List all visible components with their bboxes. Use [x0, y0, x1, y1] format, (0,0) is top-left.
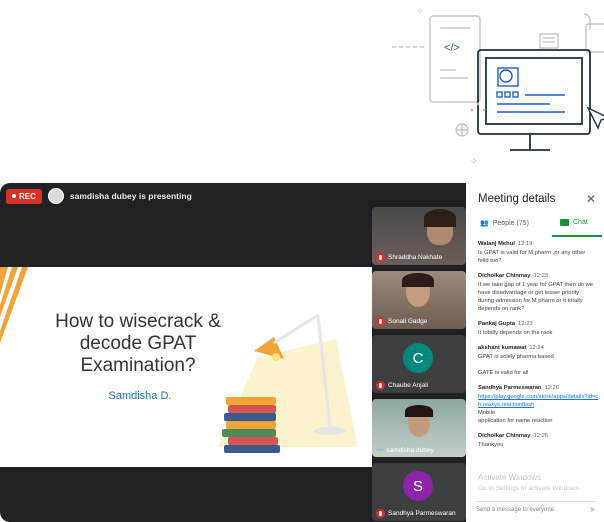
meeting-top-bar: REC samdisha dubey is presenting: [0, 183, 372, 209]
participant-tile[interactable]: Sonali Gadge: [372, 271, 466, 329]
message-text: depends on rank?: [478, 306, 525, 312]
message-text: Is GPAT is valid for M.pharm ,or any oth…: [478, 250, 586, 256]
message-text: GPAT is solely pharma based: [478, 354, 554, 360]
participant-hair: [402, 273, 434, 287]
books-stack: [222, 397, 280, 453]
participant-name: Chaube Anjali: [388, 382, 429, 389]
message-author: Sandhya Parmeswaran: [478, 385, 542, 391]
record-dot-icon: [12, 194, 16, 198]
message-author: Dicholkar Chinmay: [478, 273, 531, 279]
message-text: during admission for M pharm or it total…: [478, 298, 583, 304]
participant-name: Sonali Gadge: [388, 318, 428, 325]
participant-name: samdisha dubey: [386, 447, 434, 454]
message-time: 12:24: [529, 345, 544, 351]
active-tab-indicator: [552, 235, 602, 237]
participant-tile[interactable]: S Sandhya Parmeswaran: [372, 463, 466, 521]
svg-text:✧: ✧: [416, 7, 424, 17]
message-text: [478, 361, 602, 369]
message-time: 12:23: [518, 321, 533, 327]
message-text: application for name reaction: [478, 418, 553, 424]
chat-message: akshant kumawat 12:24 GPAT is solely phar…: [478, 345, 602, 377]
tab-chat-label: Chat: [573, 219, 588, 226]
message-text: feild too?: [478, 258, 502, 264]
close-icon[interactable]: ✕: [586, 192, 596, 206]
send-icon[interactable]: ➤: [589, 505, 596, 514]
chat-icon: [560, 219, 569, 226]
message-text: If we take gap of 1 year for GPAT then d…: [478, 282, 594, 288]
mic-off-icon: [376, 381, 385, 390]
panel-title: Meeting details: [478, 193, 556, 205]
message-time: 12:19: [517, 241, 533, 247]
windows-activation-watermark: Activate Windows: [478, 473, 542, 482]
mic-off-icon: [376, 317, 385, 326]
participant-tile[interactable]: Shraddha Nakhate: [372, 207, 466, 265]
message-text: Mobile: [478, 410, 496, 416]
svg-text:✧: ✧: [470, 157, 478, 167]
participant-hair: [405, 405, 433, 417]
chat-message: Walanj Mehul 12:19 Is GPAT is valid for M…: [478, 241, 602, 265]
audio-level-icon: •••: [376, 447, 384, 454]
tab-people[interactable]: 👥 People (75): [480, 219, 529, 228]
message-time: 12:23: [533, 273, 549, 279]
chat-message: Dicholkar Chinmay 12:26 Thankyou: [478, 433, 602, 449]
mic-off-icon: [376, 509, 385, 518]
participant-name: Sandhya Parmeswaran: [388, 510, 456, 517]
rec-label: REC: [19, 191, 36, 201]
participant-tile[interactable]: ••• samdisha dubey: [372, 399, 466, 457]
message-time: 12:26: [544, 385, 559, 391]
screenshot-page: </> ✧ ✧ REC samdisha dubey is presenting…: [0, 0, 604, 522]
message-link[interactable]: https://play.google.com/store/apps/detai…: [478, 393, 602, 409]
chat-input-placeholder: Send a message to everyone: [476, 506, 555, 513]
tab-chat[interactable]: Chat: [560, 219, 588, 226]
presented-slide: How to wisecrack & decode GPAT Examinati…: [0, 267, 372, 467]
participant-hair: [424, 209, 456, 227]
lamp-and-books-illustration: [218, 313, 358, 453]
code-glyph: </>: [444, 42, 460, 54]
message-author: Pankaj Gupta: [478, 321, 516, 327]
message-text: have disadvantage or get lesser priority: [478, 290, 580, 296]
computer-illustration: </> ✧ ✧: [392, 7, 604, 167]
meeting-details-panel: Meeting details ✕ 👥 People (75) Chat Wal…: [466, 183, 604, 522]
chat-input[interactable]: Send a message to everyone ➤: [476, 501, 596, 517]
message-author: Dicholkar Chinmay: [478, 433, 531, 439]
chat-message: Sandhya Parmeswaran 12:26 https://play.go…: [478, 385, 602, 425]
chat-messages: Walanj Mehul 12:19 Is GPAT is valid for M…: [478, 241, 602, 499]
message-author: Walanj Mehul: [478, 241, 515, 247]
participant-name: Shraddha Nakhate: [388, 254, 443, 261]
message-text: GATE is valid for all: [478, 370, 529, 376]
slide-author: Samdisha D.: [108, 390, 172, 402]
participant-tile[interactable]: C Chaube Anjali: [372, 335, 466, 393]
presenting-status: samdisha dubey is presenting: [69, 191, 192, 201]
presenter-avatar: [47, 188, 64, 204]
chat-message: Pankaj Gupta 12:23 It totally depends on …: [478, 321, 602, 337]
message-time: 12:26: [533, 433, 549, 439]
chat-message: Dicholkar Chinmay 12:23 If we take gap of…: [478, 273, 602, 313]
windows-activation-hint: Go to Settings to activate Windows.: [478, 485, 581, 492]
tab-people-label: People (75): [492, 219, 529, 227]
participant-tiles: Shraddha Nakhate Sonali Gadge C Chaube A…: [372, 207, 466, 522]
recording-badge: REC: [6, 188, 42, 204]
message-author: akshant kumawat: [478, 345, 527, 351]
participant-avatar: C: [403, 343, 433, 373]
message-text: Thankyou: [478, 442, 504, 448]
participant-avatar: S: [403, 471, 433, 501]
people-icon: 👥: [480, 220, 489, 227]
meeting-window: REC samdisha dubey is presenting How to …: [0, 183, 604, 522]
mic-off-icon: [376, 253, 385, 262]
message-text: It totally depends on the rank: [478, 330, 553, 336]
